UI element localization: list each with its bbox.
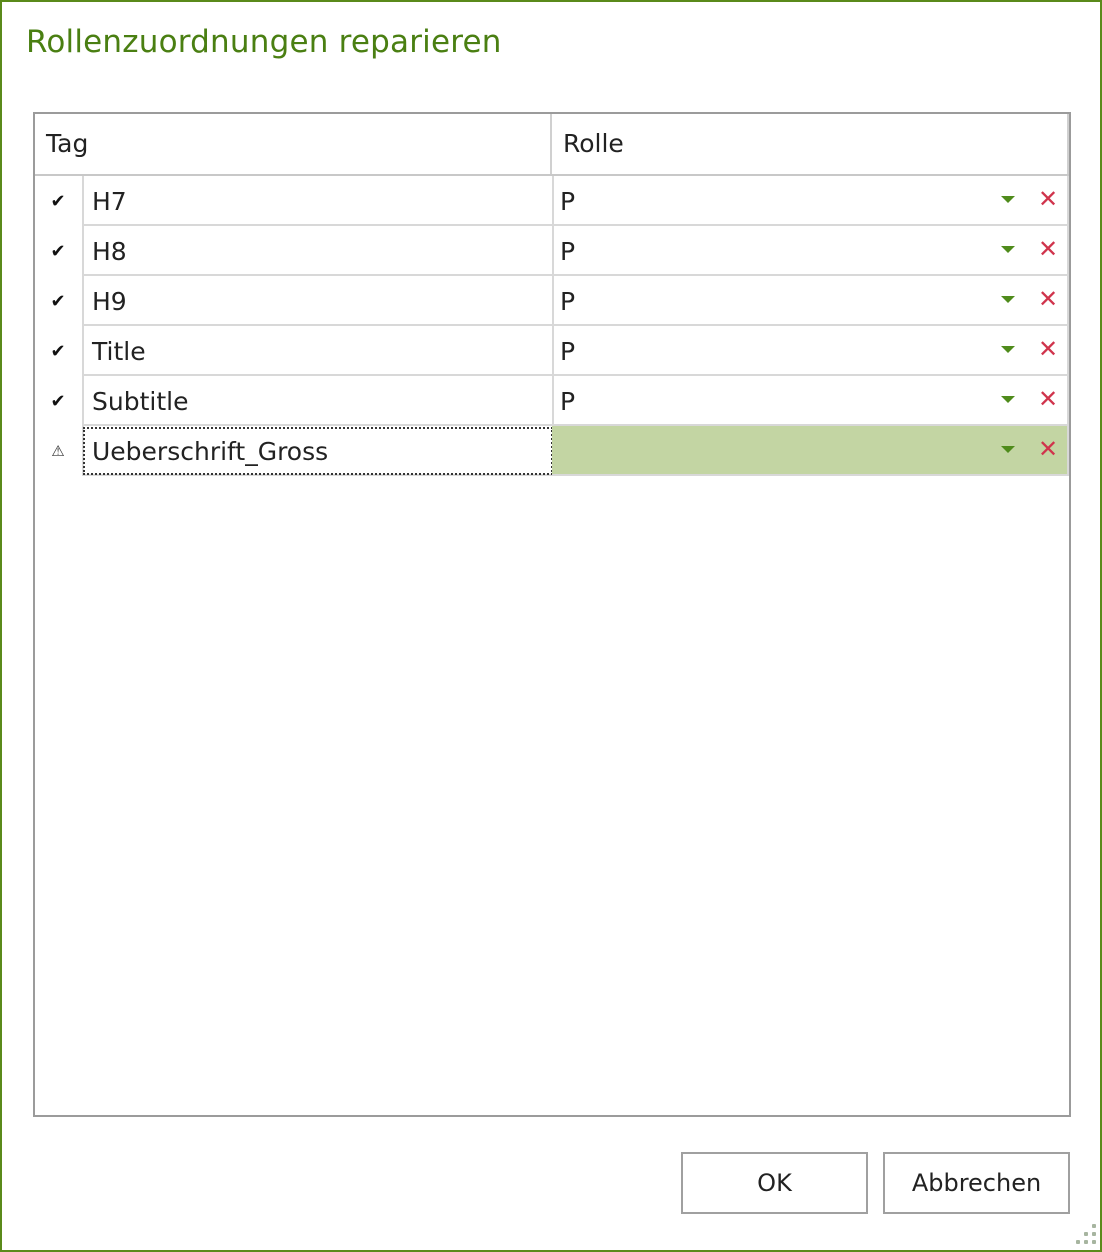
status-ok-icon: ✔ [50, 390, 66, 412]
tag-cell[interactable]: H7 [82, 176, 554, 226]
tag-cell[interactable]: H8 [82, 226, 554, 276]
status-ok-icon: ✔ [50, 290, 66, 312]
table-row[interactable]: ✔ H7 P ✕ [35, 176, 1069, 226]
column-header-rolle-label: Rolle [563, 129, 624, 158]
grid-header: Tag Rolle [35, 114, 1069, 176]
rolle-cell[interactable]: P ✕ [552, 276, 1069, 326]
table-row[interactable]: ✔ Title P ✕ [35, 326, 1069, 376]
status-ok-icon: ✔ [50, 340, 66, 362]
tag-value: Subtitle [92, 387, 189, 416]
rolle-cell-selected[interactable]: ✕ [552, 426, 1069, 476]
dropdown-arrow-icon[interactable] [1001, 396, 1015, 403]
cancel-button[interactable]: Abbrechen [883, 1152, 1070, 1214]
rolle-value: P [560, 187, 576, 216]
tag-value: H7 [92, 187, 127, 216]
table-row[interactable]: ✔ H9 P ✕ [35, 276, 1069, 326]
ok-button[interactable]: OK [681, 1152, 868, 1214]
delete-icon[interactable]: ✕ [1036, 334, 1060, 364]
table-row[interactable]: ✔ H8 P ✕ [35, 226, 1069, 276]
status-ok-icon: ✔ [50, 240, 66, 262]
tag-value: Ueberschrift_Gross [92, 437, 329, 466]
tag-cell[interactable]: Title [82, 326, 554, 376]
delete-icon[interactable]: ✕ [1036, 234, 1060, 264]
role-mapping-grid[interactable]: Tag Rolle ✔ H7 P ✕ ✔ H8 P ✕ ✔ H9 P ✕ ✔ T… [33, 112, 1071, 1117]
column-header-rolle[interactable]: Rolle [552, 114, 1069, 174]
rolle-cell[interactable]: P ✕ [552, 326, 1069, 376]
status-ok-icon: ✔ [50, 190, 66, 212]
resize-grip-icon[interactable] [1072, 1222, 1098, 1248]
rolle-value: P [560, 337, 576, 366]
dialog-title: Rollenzuordnungen reparieren [26, 24, 502, 60]
dropdown-arrow-icon[interactable] [1001, 296, 1015, 303]
dropdown-arrow-icon[interactable] [1001, 196, 1015, 203]
table-row[interactable]: ✔ Subtitle P ✕ [35, 376, 1069, 426]
rolle-cell[interactable]: P ✕ [552, 226, 1069, 276]
dropdown-arrow-icon[interactable] [1001, 446, 1015, 453]
warning-icon: ⚠ [51, 442, 65, 460]
table-row-selected[interactable]: ⚠ Ueberschrift_Gross ✕ [35, 426, 1069, 476]
delete-icon[interactable]: ✕ [1036, 384, 1060, 414]
tag-value: H8 [92, 237, 127, 266]
delete-icon[interactable]: ✕ [1036, 284, 1060, 314]
rolle-value: P [560, 387, 576, 416]
dialog: Rollenzuordnungen reparieren Tag Rolle ✔… [0, 0, 1102, 1252]
tag-cell[interactable]: H9 [82, 276, 554, 326]
delete-icon[interactable]: ✕ [1036, 434, 1060, 464]
rolle-value: P [560, 237, 576, 266]
column-header-tag[interactable]: Tag [35, 114, 552, 174]
column-header-tag-label: Tag [46, 129, 89, 158]
delete-icon[interactable]: ✕ [1036, 184, 1060, 214]
rolle-cell[interactable]: P ✕ [552, 376, 1069, 426]
dropdown-arrow-icon[interactable] [1001, 346, 1015, 353]
tag-cell[interactable]: Subtitle [82, 376, 554, 426]
tag-value: H9 [92, 287, 127, 316]
tag-value: Title [92, 337, 146, 366]
dropdown-arrow-icon[interactable] [1001, 246, 1015, 253]
rolle-value: P [560, 287, 576, 316]
rolle-cell[interactable]: P ✕ [552, 176, 1069, 226]
grid-rows: ✔ H7 P ✕ ✔ H8 P ✕ ✔ H9 P ✕ ✔ Title P ✕ ✔… [35, 176, 1069, 476]
tag-cell-focused[interactable]: Ueberschrift_Gross [82, 426, 554, 476]
